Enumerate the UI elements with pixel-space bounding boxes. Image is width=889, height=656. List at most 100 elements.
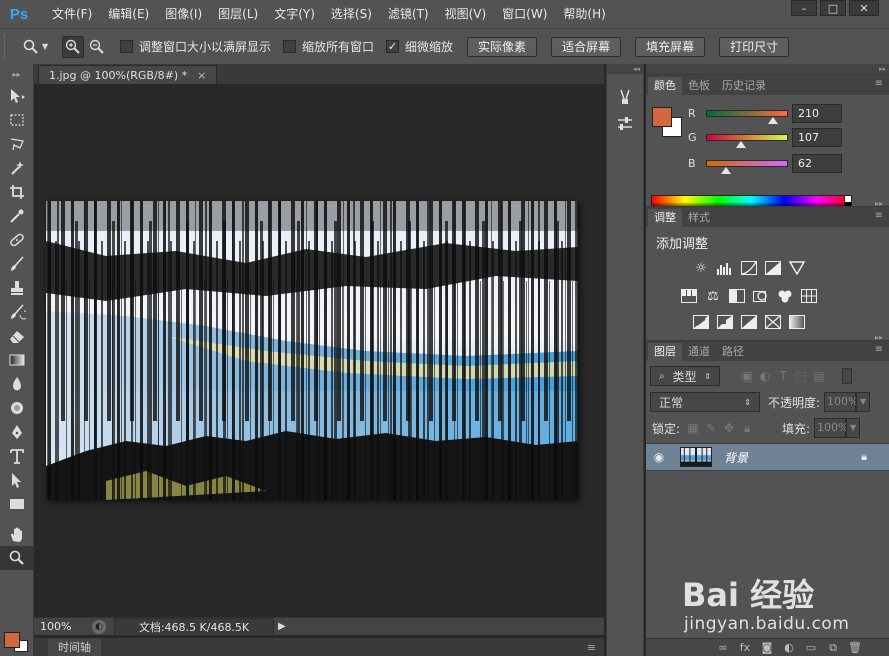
- red-value-field[interactable]: 210: [792, 103, 842, 123]
- green-value-field[interactable]: 107: [792, 127, 842, 147]
- brightness-contrast-icon[interactable]: ☼: [692, 259, 710, 277]
- print-size-button[interactable]: 打印尺寸: [719, 36, 790, 57]
- clone-stamp-tool-icon[interactable]: [0, 276, 34, 300]
- new-adjustment-icon[interactable]: ◐: [781, 641, 797, 654]
- foreground-color-swatch[interactable]: [4, 632, 20, 648]
- crop-tool-icon[interactable]: [0, 180, 34, 204]
- menu-view[interactable]: 视图(V): [437, 0, 495, 28]
- pixel-filter-icon[interactable]: ▣: [738, 367, 756, 385]
- pen-tool-icon[interactable]: [0, 420, 34, 444]
- zoom-in-button[interactable]: [62, 35, 84, 58]
- gradient-map-icon[interactable]: [788, 313, 806, 331]
- eyedropper-tool-icon[interactable]: [0, 204, 34, 228]
- panel-menu-icon[interactable]: ≡: [875, 344, 883, 355]
- toolbar-collapse-icon[interactable]: ▸▸: [0, 64, 33, 84]
- tool-preset-picker[interactable]: ▼: [20, 36, 56, 58]
- delete-layer-icon[interactable]: 🗑︎: [847, 641, 863, 654]
- fill-screen-button[interactable]: 填充屏幕: [635, 36, 706, 57]
- rectangle-tool-icon[interactable]: [0, 492, 34, 516]
- blur-tool-icon[interactable]: [0, 372, 34, 396]
- tab-channels[interactable]: 通道: [682, 343, 716, 361]
- tab-swatches[interactable]: 色板: [682, 77, 716, 95]
- selective-color-icon[interactable]: [764, 313, 782, 331]
- green-slider-thumb[interactable]: [735, 140, 746, 148]
- black-white-icon[interactable]: [728, 287, 746, 305]
- info-icon[interactable]: ◐: [92, 619, 106, 634]
- actual-pixels-button[interactable]: 实际像素: [467, 36, 538, 57]
- visibility-eye-icon[interactable]: ◉: [646, 450, 672, 464]
- lock-transparent-icon[interactable]: ▦: [684, 419, 702, 437]
- hue-saturation-icon[interactable]: [680, 287, 698, 305]
- channel-mixer-icon[interactable]: [776, 287, 794, 305]
- eraser-tool-icon[interactable]: [0, 324, 34, 348]
- opacity-field[interactable]: 100%: [824, 392, 859, 412]
- new-group-icon[interactable]: ▭: [803, 641, 819, 654]
- menu-type[interactable]: 文字(Y): [266, 0, 323, 28]
- vibrance-icon[interactable]: [788, 259, 806, 277]
- brush-presets-icon[interactable]: [607, 84, 643, 110]
- blend-mode-select[interactable]: 正常 ⇕: [650, 392, 760, 412]
- tab-history[interactable]: 历史记录: [716, 77, 772, 95]
- zoom-tool-icon[interactable]: [0, 546, 34, 570]
- options-grip[interactable]: [4, 34, 10, 59]
- filter-toggle[interactable]: [842, 368, 852, 384]
- minimize-button[interactable]: –: [791, 0, 817, 16]
- timeline-tab[interactable]: 时间轴: [48, 638, 101, 656]
- lasso-tool-icon[interactable]: [0, 132, 34, 156]
- shape-filter-icon[interactable]: ⬚: [792, 367, 810, 385]
- zoom-out-button[interactable]: [86, 36, 108, 58]
- lock-image-icon[interactable]: ✎: [702, 419, 720, 437]
- menu-layer[interactable]: 图层(L): [210, 0, 266, 28]
- brush-tool-icon[interactable]: [0, 252, 34, 276]
- opacity-dropdown-button[interactable]: ▼: [856, 392, 871, 412]
- scrubby-zoom-checkbox[interactable]: ✓ 细微缩放: [386, 38, 453, 55]
- blue-slider[interactable]: [706, 159, 788, 174]
- fill-dropdown-button[interactable]: ▼: [846, 418, 861, 438]
- link-layers-icon[interactable]: ∞: [715, 641, 731, 654]
- close-tab-icon[interactable]: ×: [197, 69, 206, 82]
- smart-object-filter-icon[interactable]: ▤: [810, 367, 828, 385]
- resize-windows-checkbox[interactable]: 调整窗口大小以满屏显示: [120, 38, 271, 55]
- status-menu-arrow-icon[interactable]: ▶: [278, 621, 286, 632]
- layer-style-icon[interactable]: fx: [737, 641, 753, 654]
- menu-window[interactable]: 窗口(W): [494, 0, 555, 28]
- dodge-tool-icon[interactable]: [0, 396, 34, 420]
- history-brush-tool-icon[interactable]: [0, 300, 34, 324]
- gradient-tool-icon[interactable]: [0, 348, 34, 372]
- color-swatches[interactable]: [2, 620, 32, 652]
- panel-menu-icon[interactable]: ≡: [587, 641, 596, 654]
- panel-menu-icon[interactable]: ≡: [875, 210, 883, 221]
- tab-styles[interactable]: 样式: [682, 209, 716, 227]
- zoom-level[interactable]: 100%: [34, 620, 84, 633]
- menu-select[interactable]: 选择(S): [323, 0, 380, 28]
- lock-all-icon[interactable]: 🔒︎: [738, 419, 756, 437]
- levels-icon[interactable]: [716, 259, 734, 277]
- menu-help[interactable]: 帮助(H): [555, 0, 613, 28]
- document-tab[interactable]: 1.jpg @ 100%(RGB/8#) * ×: [38, 65, 218, 84]
- tab-adjustments[interactable]: 调整: [648, 209, 682, 227]
- type-filter-icon[interactable]: T: [774, 367, 792, 385]
- posterize-icon[interactable]: [716, 313, 734, 331]
- tab-color[interactable]: 颜色: [648, 77, 682, 95]
- color-lookup-icon[interactable]: [800, 287, 818, 305]
- close-button[interactable]: ✕: [849, 0, 879, 16]
- maximize-button[interactable]: □: [820, 0, 846, 16]
- new-layer-icon[interactable]: ⧉: [825, 641, 841, 655]
- move-tool-icon[interactable]: [0, 84, 34, 108]
- panel-menu-icon[interactable]: ≡: [875, 78, 883, 89]
- brush-settings-icon[interactable]: [607, 110, 643, 136]
- fit-screen-button[interactable]: 适合屏幕: [551, 36, 622, 57]
- path-selection-tool-icon[interactable]: [0, 468, 34, 492]
- tab-layers[interactable]: 图层: [648, 343, 682, 361]
- type-tool-icon[interactable]: [0, 444, 34, 468]
- dock-collapse-icon[interactable]: ◂◂: [607, 64, 643, 74]
- hand-tool-icon[interactable]: [0, 522, 34, 546]
- healing-brush-tool-icon[interactable]: [0, 228, 34, 252]
- zoom-all-windows-checkbox[interactable]: 缩放所有窗口: [283, 38, 374, 55]
- dock-collapse-icon[interactable]: ▸▸: [646, 64, 889, 74]
- lock-position-icon[interactable]: ✥: [720, 419, 738, 437]
- exposure-icon[interactable]: [764, 259, 782, 277]
- foreground-color-swatch[interactable]: [652, 107, 672, 127]
- canvas-image[interactable]: [46, 201, 578, 500]
- photo-filter-icon[interactable]: [752, 287, 770, 305]
